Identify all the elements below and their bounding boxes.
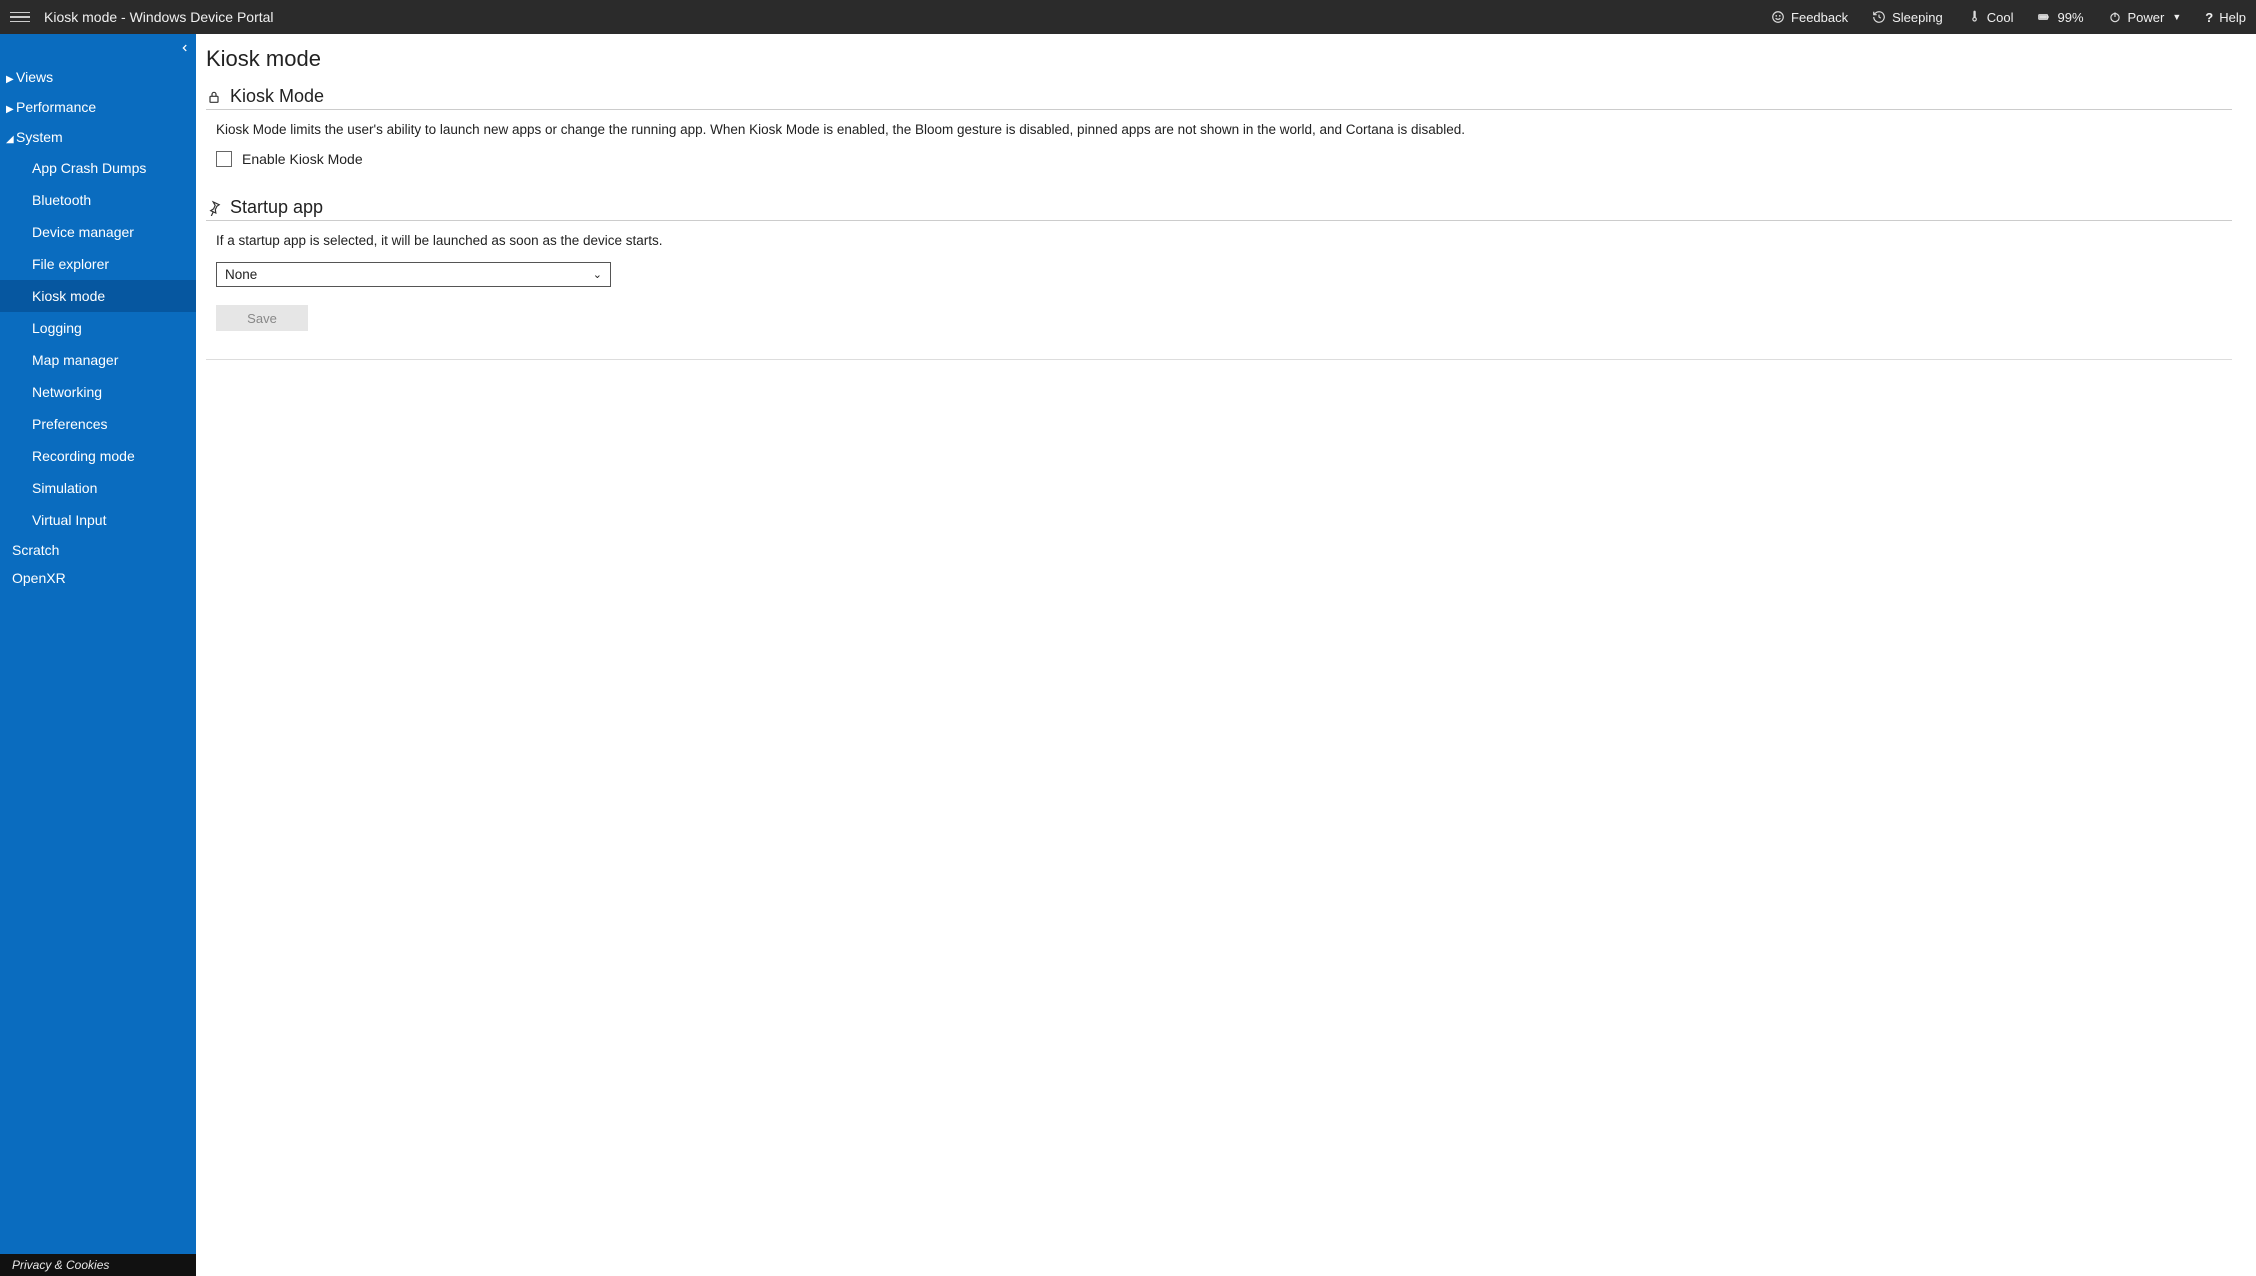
enable-kiosk-row: Enable Kiosk Mode <box>216 151 2232 167</box>
sidebar-item-label: OpenXR <box>12 570 66 586</box>
sidebar-item-label: App Crash Dumps <box>32 160 146 176</box>
section-title-label: Startup app <box>230 197 323 218</box>
sidebar-group-views[interactable]: ▶Views <box>0 62 196 92</box>
sleeping-label: Sleeping <box>1892 10 1943 25</box>
help-label: Help <box>2219 10 2246 25</box>
sidebar-item-label: Kiosk mode <box>32 288 105 304</box>
temp-status[interactable]: Cool <box>1967 10 2014 25</box>
sidebar-item-simulation[interactable]: Simulation <box>0 472 196 504</box>
help-button[interactable]: ? Help <box>2205 10 2246 25</box>
chevron-left-icon <box>180 43 190 53</box>
sidebar-item-networking[interactable]: Networking <box>0 376 196 408</box>
sidebar-item-label: Map manager <box>32 352 118 368</box>
kiosk-mode-description: Kiosk Mode limits the user's ability to … <box>216 122 2232 137</box>
sidebar-item-virtual-input[interactable]: Virtual Input <box>0 504 196 536</box>
sidebar-item-openxr[interactable]: OpenXR <box>0 564 196 592</box>
feedback-label: Feedback <box>1791 10 1848 25</box>
feedback-button[interactable]: Feedback <box>1771 10 1848 25</box>
sidebar-item-label: Preferences <box>32 416 107 432</box>
sidebar-item-label: Simulation <box>32 480 97 496</box>
sidebar-group-label: Views <box>16 69 53 85</box>
sidebar-item-logging[interactable]: Logging <box>0 312 196 344</box>
main-content: Kiosk mode Kiosk Mode Kiosk Mode limits … <box>196 34 2256 1276</box>
titlebar-right: Feedback Sleeping Cool 99% Power ▼ ? Hel… <box>1771 10 2246 25</box>
privacy-cookies-link[interactable]: Privacy & Cookies <box>0 1254 196 1276</box>
sleeping-status[interactable]: Sleeping <box>1872 10 1943 25</box>
save-button: Save <box>216 305 308 331</box>
sidebar-item-label: Networking <box>32 384 102 400</box>
battery-status[interactable]: 99% <box>2037 10 2083 25</box>
sidebar-item-file-explorer[interactable]: File explorer <box>0 248 196 280</box>
pin-icon <box>206 200 222 216</box>
caret-right-icon: ▶ <box>6 74 16 85</box>
sidebar-item-label: File explorer <box>32 256 109 272</box>
sidebar-item-label: Device manager <box>32 224 134 240</box>
caret-right-icon: ▶ <box>6 104 16 115</box>
history-icon <box>1872 10 1886 24</box>
footer-label: Privacy & Cookies <box>12 1258 109 1272</box>
page-title: Kiosk mode <box>206 46 2232 72</box>
section-divider <box>206 359 2232 360</box>
kiosk-mode-section-title: Kiosk Mode <box>206 86 2232 110</box>
caret-down-icon: ▼ <box>2172 12 2181 22</box>
sidebar-item-map-manager[interactable]: Map manager <box>0 344 196 376</box>
sidebar-item-label: Recording mode <box>32 448 135 464</box>
startup-app-section-title: Startup app <box>206 197 2232 221</box>
smiley-icon <box>1771 10 1785 24</box>
select-value: None <box>225 267 257 282</box>
sidebar-item-bluetooth[interactable]: Bluetooth <box>0 184 196 216</box>
question-icon: ? <box>2205 10 2213 25</box>
enable-kiosk-checkbox[interactable] <box>216 151 232 167</box>
temp-label: Cool <box>1987 10 2014 25</box>
sidebar-item-kiosk-mode[interactable]: Kiosk mode <box>0 280 196 312</box>
menu-icon[interactable] <box>10 7 30 27</box>
window-title: Kiosk mode - Windows Device Portal <box>44 9 274 25</box>
sidebar-item-label: Scratch <box>12 542 59 558</box>
sidebar: ▶Views ▶Performance ◢System App Crash Du… <box>0 34 196 1276</box>
sidebar-group-system[interactable]: ◢System <box>0 122 196 152</box>
section-title-label: Kiosk Mode <box>230 86 324 107</box>
sidebar-item-recording-mode[interactable]: Recording mode <box>0 440 196 472</box>
sidebar-item-scratch[interactable]: Scratch <box>0 536 196 564</box>
sidebar-item-label: Bluetooth <box>32 192 91 208</box>
sidebar-item-label: Logging <box>32 320 82 336</box>
power-icon <box>2108 10 2122 24</box>
startup-app-select[interactable]: None ⌄ <box>216 262 611 287</box>
sidebar-item-app-crash-dumps[interactable]: App Crash Dumps <box>0 152 196 184</box>
thermometer-icon <box>1967 10 1981 24</box>
sidebar-group-label: Performance <box>16 99 96 115</box>
sidebar-group-performance[interactable]: ▶Performance <box>0 92 196 122</box>
chevron-down-icon: ⌄ <box>593 268 602 281</box>
power-menu[interactable]: Power ▼ <box>2108 10 2182 25</box>
sidebar-nav: ▶Views ▶Performance ◢System App Crash Du… <box>0 34 196 1254</box>
battery-icon <box>2037 10 2051 24</box>
lock-icon <box>206 89 222 105</box>
sidebar-item-preferences[interactable]: Preferences <box>0 408 196 440</box>
enable-kiosk-label: Enable Kiosk Mode <box>242 151 363 167</box>
caret-down-icon: ◢ <box>6 134 16 145</box>
titlebar: Kiosk mode - Windows Device Portal Feedb… <box>0 0 2256 34</box>
sidebar-item-device-manager[interactable]: Device manager <box>0 216 196 248</box>
startup-app-description: If a startup app is selected, it will be… <box>216 233 2232 248</box>
sidebar-group-label: System <box>16 129 63 145</box>
sidebar-collapse-button[interactable] <box>180 42 190 56</box>
battery-label: 99% <box>2057 10 2083 25</box>
sidebar-item-label: Virtual Input <box>32 512 106 528</box>
power-label: Power <box>2128 10 2165 25</box>
